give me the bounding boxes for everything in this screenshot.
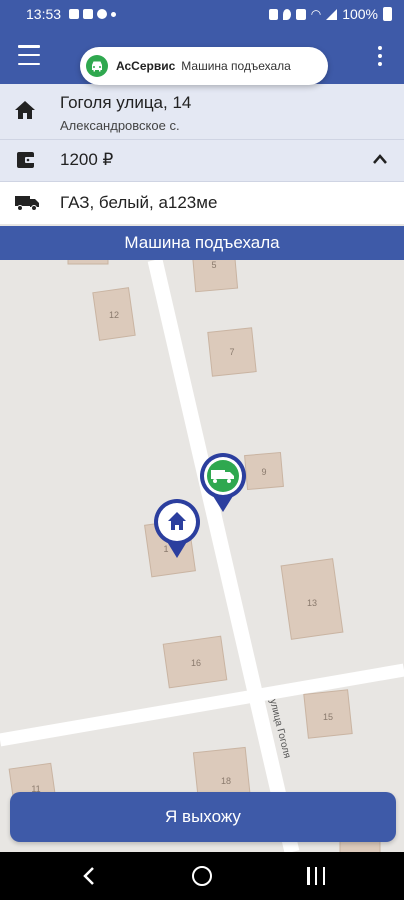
house-number: 16	[191, 658, 201, 668]
wifi-icon: ◠	[310, 7, 322, 21]
car-notification-icon	[69, 9, 80, 19]
chat-notification-icon	[97, 9, 108, 19]
truck-icon	[14, 194, 40, 217]
system-nav-bar	[0, 852, 404, 900]
location-icon	[282, 8, 291, 20]
wallet-icon	[16, 150, 36, 175]
battery-percent: 100%	[342, 6, 378, 22]
status-notification-icons	[69, 9, 117, 19]
im-coming-out-button[interactable]: Я выхожу	[10, 792, 396, 842]
status-time: 13:53	[26, 6, 62, 22]
notification-pill[interactable]: АсСервис Машина подъехала	[80, 47, 328, 85]
house-number: 12	[109, 310, 119, 320]
battery-icon	[383, 7, 392, 21]
recent-apps-icon[interactable]	[307, 867, 325, 885]
alarm-icon	[268, 8, 278, 20]
address-row: Гоголя улица, 14 Александровское с.	[0, 84, 404, 140]
house-number: 15	[323, 712, 333, 722]
house-number: 7	[229, 347, 234, 357]
house-number: 13	[307, 598, 317, 608]
building	[67, 260, 109, 265]
house-number: 1	[163, 544, 168, 554]
signal-icon	[326, 8, 338, 20]
status-banner: Машина подъехала	[0, 226, 404, 260]
more-vert-icon[interactable]	[370, 44, 390, 68]
home-icon	[14, 100, 36, 125]
price-text: 1200 ₽	[60, 150, 114, 169]
status-bar: 13:53 ◠ 100%	[0, 0, 404, 28]
car-row: ГАЗ, белый, а123ме	[0, 182, 404, 224]
car-icon	[86, 55, 108, 77]
notification-text: Машина подъехала	[181, 59, 291, 73]
more-notifications-dot	[111, 11, 117, 17]
menu-icon[interactable]	[18, 45, 40, 65]
locality-text: Александровское с.	[60, 118, 180, 133]
house-number: 9	[261, 467, 266, 477]
order-info-panel: Гоголя улица, 14 Александровское с. 1200…	[0, 84, 404, 224]
status-system-icons: ◠ 100%	[268, 6, 392, 22]
house-number: 18	[221, 776, 231, 786]
notification-app-name: АсСервис	[116, 59, 176, 73]
bag-notification-icon	[83, 9, 94, 19]
silent-icon	[295, 8, 306, 20]
home-nav-icon[interactable]	[192, 866, 212, 886]
map-view[interactable]: улица Гоголя 5 12 7 9 1 13 16 15 18 11	[0, 260, 404, 852]
address-text: Гоголя улица, 14	[60, 93, 192, 112]
car-description: ГАЗ, белый, а123ме	[60, 193, 218, 212]
price-row[interactable]: 1200 ₽	[0, 140, 404, 182]
chevron-up-icon[interactable]	[372, 152, 388, 170]
house-number: 5	[211, 260, 216, 270]
back-icon[interactable]	[82, 866, 96, 891]
map-canvas: улица Гоголя 5 12 7 9 1 13 16 15 18 11	[0, 260, 404, 852]
